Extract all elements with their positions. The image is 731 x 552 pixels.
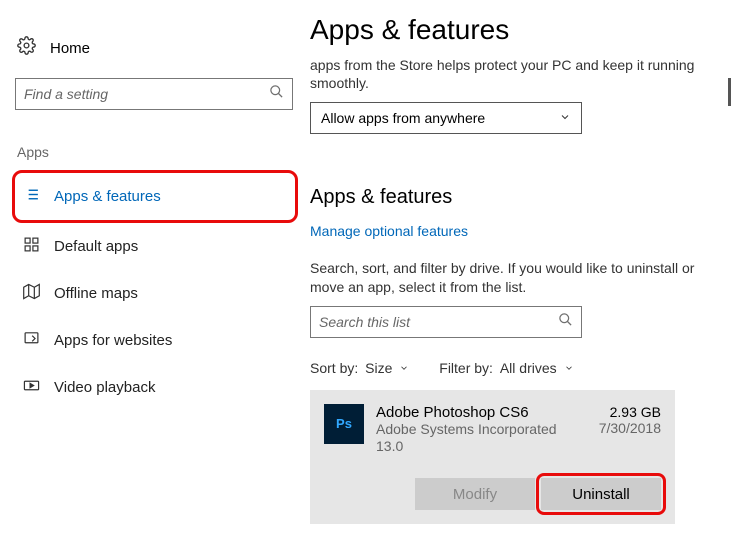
sort-label: Sort by: <box>310 360 358 376</box>
sidebar-item-video-playback[interactable]: Video playback <box>15 364 295 411</box>
list-desc: Search, sort, and filter by drive. If yo… <box>310 259 709 295</box>
sidebar-item-offline-maps[interactable]: Offline maps <box>15 270 295 317</box>
app-publisher: Adobe Systems Incorporated <box>376 421 599 438</box>
app-date: 7/30/2018 <box>599 420 661 436</box>
chevron-down-icon <box>396 360 409 376</box>
sidebar-item-label: Video playback <box>54 379 155 396</box>
search-list-input[interactable] <box>319 314 558 330</box>
sidebar-item-label: Offline maps <box>54 285 138 302</box>
sidebar-item-label: Apps for websites <box>54 332 172 349</box>
map-icon <box>23 283 40 304</box>
main-content: Apps & features apps from the Store help… <box>310 0 731 552</box>
home-button[interactable]: Home <box>15 28 295 78</box>
page-title: Apps & features <box>310 14 709 46</box>
sidebar-item-default-apps[interactable]: Default apps <box>15 223 295 270</box>
manage-optional-features-link[interactable]: Manage optional features <box>310 223 468 239</box>
app-icon-photoshop: Ps <box>324 404 364 444</box>
sort-by-control[interactable]: Sort by: Size <box>310 360 409 376</box>
filter-value: All drives <box>500 360 557 376</box>
sidebar-item-label: Apps & features <box>54 188 161 205</box>
install-apps-dropdown[interactable]: Allow apps from anywhere <box>310 102 582 134</box>
sort-filter-row: Sort by: Size Filter by: All drives <box>310 360 709 376</box>
list-icon <box>23 186 40 207</box>
sidebar-item-apps-for-websites[interactable]: Apps for websites <box>15 317 295 364</box>
default-apps-icon <box>23 236 40 257</box>
sidebar-item-label: Default apps <box>54 238 138 255</box>
modify-button: Modify <box>415 478 535 510</box>
settings-search-input[interactable] <box>24 86 269 102</box>
sidebar: Home Apps Apps & features Default apps O… <box>0 0 310 552</box>
home-label: Home <box>50 40 90 57</box>
section-heading: Apps & features <box>310 186 709 209</box>
sidebar-item-apps-features[interactable]: Apps & features <box>15 173 295 220</box>
filter-label: Filter by: <box>439 360 493 376</box>
gear-icon <box>17 36 36 60</box>
chevron-down-icon <box>561 360 574 376</box>
search-list-box[interactable] <box>310 306 582 338</box>
app-name: Adobe Photoshop CS6 <box>376 404 599 421</box>
highlight-apps-features: Apps & features <box>12 170 298 223</box>
app-version: 13.0 <box>376 438 599 455</box>
highlight-uninstall: Uninstall <box>536 473 666 515</box>
app-row-selected[interactable]: Ps Adobe Photoshop CS6 Adobe Systems Inc… <box>310 390 675 525</box>
uninstall-button[interactable]: Uninstall <box>541 478 661 510</box>
sort-value: Size <box>365 360 392 376</box>
apps-websites-icon <box>23 330 40 351</box>
sidebar-section-label: Apps <box>17 144 295 160</box>
dropdown-value: Allow apps from anywhere <box>321 110 485 126</box>
install-apps-desc: apps from the Store helps protect your P… <box>310 56 709 92</box>
search-icon <box>558 312 573 332</box>
search-icon <box>269 84 284 104</box>
settings-search[interactable] <box>15 78 293 110</box>
app-size: 2.93 GB <box>599 404 661 420</box>
chevron-down-icon <box>559 110 571 126</box>
video-icon <box>23 377 40 398</box>
filter-by-control[interactable]: Filter by: All drives <box>439 360 573 376</box>
